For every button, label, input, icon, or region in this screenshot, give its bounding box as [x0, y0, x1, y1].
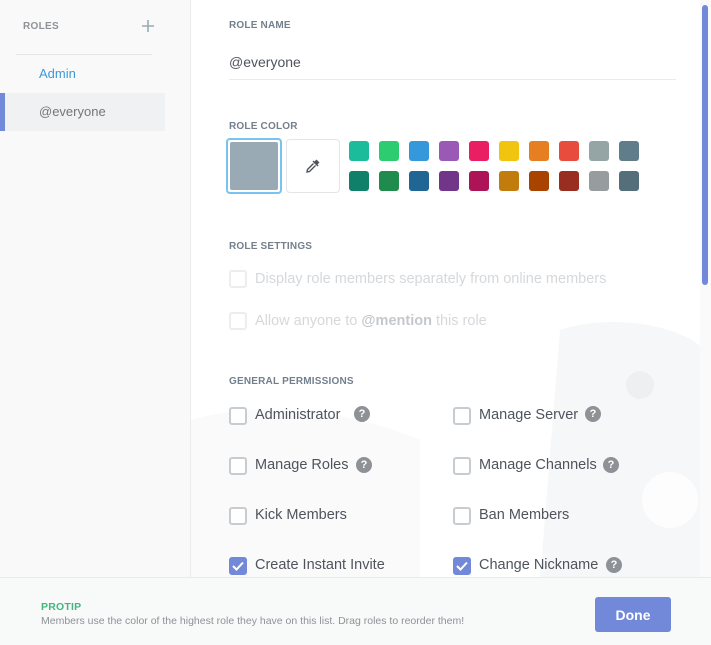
protip-label: PROTIP — [41, 601, 82, 613]
perm-manage-roles-checkbox[interactable] — [229, 457, 247, 475]
color-swatch[interactable] — [529, 171, 549, 191]
help-icon[interactable]: ? — [354, 406, 370, 422]
color-swatch[interactable] — [529, 141, 549, 161]
role-name-title: ROLE NAME — [229, 20, 291, 31]
hoist-checkbox[interactable] — [229, 270, 247, 288]
perm-kick-members-checkbox[interactable] — [229, 507, 247, 525]
perm-manage-server-checkbox[interactable] — [453, 407, 471, 425]
color-swatch[interactable] — [589, 141, 609, 161]
mentionable-mention: @mention — [361, 313, 432, 329]
role-item-label: @everyone — [39, 104, 106, 119]
mentionable-suffix: this role — [431, 313, 487, 329]
default-color-fill — [230, 142, 278, 190]
role-settings-panel: ROLE NAME ROLE COLOR ROLE SETTINGS Displ… — [191, 0, 701, 577]
selected-indicator — [0, 93, 5, 131]
perm-kick-members-label: Kick Members — [255, 507, 347, 523]
eyedropper-icon — [306, 159, 320, 173]
color-swatch[interactable] — [499, 171, 519, 191]
perm-administrator-label: Administrator — [255, 407, 341, 423]
mentionable-checkbox[interactable] — [229, 312, 247, 330]
role-settings-title: ROLE SETTINGS — [229, 241, 313, 252]
custom-color-picker[interactable] — [286, 139, 340, 193]
role-color-title: ROLE COLOR — [229, 121, 298, 132]
role-name-input[interactable] — [229, 45, 676, 80]
color-swatch[interactable] — [589, 171, 609, 191]
perm-create-invite-checkbox[interactable] — [229, 557, 247, 575]
color-swatch[interactable] — [439, 171, 459, 191]
scrollbar-thumb[interactable] — [702, 5, 708, 285]
color-swatch[interactable] — [499, 141, 519, 161]
perm-manage-roles-label: Manage Roles — [255, 457, 349, 473]
plus-icon — [142, 20, 154, 32]
perm-manage-channels-label: Manage Channels — [479, 457, 597, 473]
color-swatch[interactable] — [469, 141, 489, 161]
color-swatch[interactable] — [559, 171, 579, 191]
hoist-label: Display role members separately from onl… — [255, 271, 607, 287]
general-permissions-title: GENERAL PERMISSIONS — [229, 376, 354, 387]
color-swatch[interactable] — [559, 141, 579, 161]
perm-change-nickname-checkbox[interactable] — [453, 557, 471, 575]
perm-create-invite-label: Create Instant Invite — [255, 557, 385, 573]
color-swatch[interactable] — [379, 171, 399, 191]
mentionable-prefix: Allow anyone to — [255, 313, 362, 329]
roles-sidebar: ROLES Admin @everyone — [0, 0, 191, 577]
done-button[interactable]: Done — [595, 597, 671, 632]
color-swatch[interactable] — [379, 141, 399, 161]
checkmark-icon — [232, 561, 244, 571]
add-role-button[interactable] — [140, 15, 156, 37]
color-swatch[interactable] — [439, 141, 459, 161]
help-icon[interactable]: ? — [606, 557, 622, 573]
perm-change-nickname-label: Change Nickname — [479, 557, 599, 573]
protip-text: Members use the color of the highest rol… — [41, 615, 465, 627]
color-swatch[interactable] — [349, 171, 369, 191]
default-color-swatch[interactable] — [226, 138, 282, 194]
sidebar-header: ROLES — [16, 0, 154, 55]
color-swatch[interactable] — [409, 171, 429, 191]
color-swatch[interactable] — [349, 141, 369, 161]
role-item-everyone[interactable]: @everyone — [0, 93, 165, 131]
mentionable-label: Allow anyone to @mention this role — [255, 313, 487, 329]
perm-ban-members-checkbox[interactable] — [453, 507, 471, 525]
role-item-admin[interactable]: Admin — [0, 55, 165, 93]
color-swatch[interactable] — [409, 141, 429, 161]
color-swatch[interactable] — [469, 171, 489, 191]
scrollbar-track[interactable] — [700, 0, 711, 577]
perm-manage-server-label: Manage Server — [479, 407, 579, 423]
color-swatch[interactable] — [619, 171, 639, 191]
perm-ban-members-label: Ban Members — [479, 507, 570, 523]
perm-administrator-checkbox[interactable] — [229, 407, 247, 425]
color-swatch[interactable] — [619, 141, 639, 161]
role-item-label: Admin — [39, 66, 76, 81]
help-icon[interactable]: ? — [356, 457, 372, 473]
sidebar-title: ROLES — [23, 21, 59, 32]
perm-manage-channels-checkbox[interactable] — [453, 457, 471, 475]
checkmark-icon — [456, 561, 468, 571]
help-icon[interactable]: ? — [585, 406, 601, 422]
footer-bar: PROTIP Members use the color of the high… — [0, 577, 711, 645]
help-icon[interactable]: ? — [603, 457, 619, 473]
